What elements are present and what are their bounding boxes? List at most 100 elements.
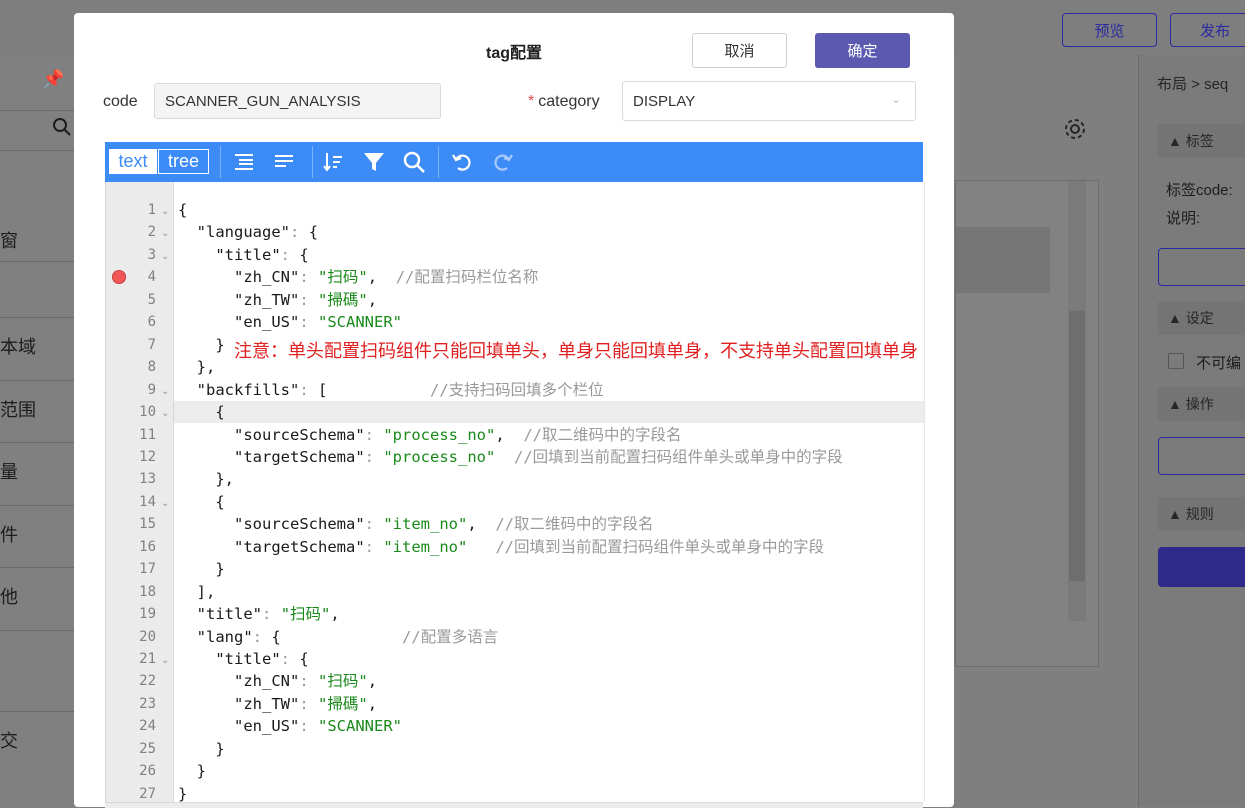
line-number: 20 bbox=[139, 628, 156, 645]
code-line[interactable]: "title": { bbox=[178, 648, 308, 670]
tag-code-label: 标签code: bbox=[1166, 182, 1233, 199]
line-number: 10 bbox=[139, 404, 156, 421]
sidebar-item-other[interactable]: 他 bbox=[0, 583, 18, 609]
json-code-editor[interactable]: 1 ⌄ 2 ⌄ 3 ⌄ 4 5 6 7 8 9 ⌄ 10 ⌄ 11 12 13 14 ⌄ 15 16 17 18 19 20 21 ⌄… bbox=[105, 182, 925, 803]
code-line[interactable]: } bbox=[178, 738, 224, 760]
tag-input[interactable] bbox=[1158, 248, 1245, 286]
code-line[interactable]: "targetSchema": "process_no" //回填到当前配置扫码… bbox=[178, 446, 843, 468]
sidebar-item-file[interactable]: 件 bbox=[0, 521, 18, 547]
code-line[interactable]: "targetSchema": "item_no" //回填到当前配置扫码组件单… bbox=[178, 536, 824, 558]
pin-icon[interactable]: 📌 bbox=[42, 69, 64, 90]
code-line[interactable]: "zh_TW": "掃碼", bbox=[178, 693, 377, 715]
rules-button[interactable] bbox=[1158, 547, 1245, 587]
code-line[interactable]: "sourceSchema": "item_no", //取二维码中的字段名 bbox=[178, 513, 654, 535]
active-line-highlight bbox=[106, 401, 924, 424]
line-number: 2 bbox=[147, 224, 156, 241]
settings-gear-icon[interactable] bbox=[1063, 117, 1087, 146]
search-icon[interactable] bbox=[402, 150, 426, 174]
code-line[interactable]: "title": { bbox=[178, 244, 308, 266]
code-line[interactable]: } bbox=[178, 760, 206, 782]
mode-text-tab[interactable]: text bbox=[109, 149, 157, 174]
sidebar-item-range[interactable]: 范围 bbox=[0, 396, 36, 422]
section-rules[interactable]: ▲ 规则 bbox=[1158, 497, 1245, 531]
line-number: 22 bbox=[139, 673, 156, 690]
code-input[interactable]: SCANNER_GUN_ANALYSIS bbox=[154, 83, 441, 119]
sidebar-item-domain[interactable]: 本域 bbox=[0, 333, 36, 359]
action-input[interactable] bbox=[1158, 437, 1245, 475]
preview-button[interactable]: 预览 bbox=[1062, 13, 1157, 47]
fold-chevron-icon[interactable]: ⌄ bbox=[161, 381, 169, 403]
json-editor-toolbar: text tree bbox=[105, 142, 923, 182]
line-number: 19 bbox=[139, 606, 156, 623]
line-number: 1 bbox=[147, 202, 156, 218]
code-line[interactable]: { bbox=[178, 401, 224, 423]
code-line[interactable]: "lang": { //配置多语言 bbox=[178, 626, 499, 648]
section-actions[interactable]: ▲ 操作 bbox=[1158, 387, 1245, 421]
code-line[interactable]: "backfills": [ //支持扫码回填多个栏位 bbox=[178, 379, 604, 401]
mode-tree-tab[interactable]: tree bbox=[158, 149, 209, 174]
fold-chevron-icon[interactable]: ⌄ bbox=[161, 246, 169, 268]
right-properties-panel: 布局 > seq bbox=[1138, 55, 1245, 807]
code-line[interactable]: "en_US": "SCANNER" bbox=[178, 311, 402, 333]
code-line[interactable]: "title": "扫码", bbox=[178, 603, 340, 625]
canvas-panel bbox=[955, 180, 1099, 667]
filter-icon[interactable] bbox=[362, 150, 386, 174]
line-number: 3 bbox=[147, 246, 156, 263]
code-line[interactable]: "en_US": "SCANNER" bbox=[178, 715, 402, 737]
code-line[interactable]: "language": { bbox=[178, 221, 318, 243]
readonly-checkbox[interactable] bbox=[1168, 353, 1184, 369]
fold-chevron-icon[interactable]: ⌄ bbox=[161, 201, 169, 223]
canvas-area bbox=[955, 55, 1137, 807]
code-line[interactable]: }, bbox=[178, 356, 216, 378]
readonly-label: 不可编 bbox=[1196, 355, 1242, 372]
line-number: 11 bbox=[139, 426, 156, 443]
tag-config-modal: tag配置 取消 确定 code SCANNER_GUN_ANALYSIS * c… bbox=[74, 13, 954, 808]
sort-icon[interactable] bbox=[321, 150, 345, 174]
code-line[interactable]: "zh_CN": "扫码", //配置扫码栏位名称 bbox=[178, 266, 538, 288]
code-line[interactable]: { bbox=[178, 199, 187, 221]
redo-icon[interactable] bbox=[491, 150, 515, 174]
cancel-button[interactable]: 取消 bbox=[692, 33, 787, 68]
category-select[interactable]: DISPLAY ⌄ bbox=[622, 81, 916, 121]
line-number: 8 bbox=[147, 359, 156, 376]
code-line[interactable]: } bbox=[178, 334, 224, 356]
fold-chevron-icon[interactable]: ⌄ bbox=[161, 223, 169, 245]
sidebar-item-submit[interactable]: 交 bbox=[0, 727, 18, 753]
code-line[interactable]: "zh_TW": "掃碼", bbox=[178, 289, 377, 311]
category-label: * category bbox=[528, 93, 600, 110]
line-number: 13 bbox=[139, 471, 156, 488]
line-number: 5 bbox=[147, 291, 156, 308]
code-line[interactable]: }, bbox=[178, 468, 234, 490]
fold-chevron-icon[interactable]: ⌄ bbox=[161, 650, 169, 672]
chevron-down-icon: ⌄ bbox=[890, 92, 901, 106]
code-line[interactable]: "sourceSchema": "process_no", //取二维码中的字段… bbox=[178, 424, 682, 446]
editor-bottom-bar bbox=[105, 802, 923, 808]
code-line[interactable]: { bbox=[178, 491, 224, 513]
code-line[interactable]: } bbox=[178, 558, 224, 580]
fold-chevron-icon[interactable]: ⌄ bbox=[161, 493, 169, 515]
line-number: 21 bbox=[139, 651, 156, 667]
search-icon[interactable] bbox=[52, 117, 72, 142]
warning-note: 注意：单头配置扫码组件只能回填单头，单身只能回填单身，不支持单头配置回填单身 bbox=[234, 341, 918, 361]
code-label: code bbox=[103, 93, 138, 110]
breadcrumb: 布局 > seq bbox=[1157, 76, 1229, 93]
line-number: 15 bbox=[139, 516, 156, 533]
fold-chevron-icon[interactable]: ⌄ bbox=[161, 403, 169, 425]
publish-button[interactable]: 发布 bbox=[1170, 13, 1245, 47]
line-gutter: 1 ⌄ 2 ⌄ 3 ⌄ 4 5 6 7 8 9 ⌄ 10 ⌄ 11 12 13 14 ⌄ 15 16 17 18 19 20 21 ⌄… bbox=[106, 182, 174, 802]
confirm-button[interactable]: 确定 bbox=[815, 33, 910, 68]
line-number: 16 bbox=[139, 538, 156, 555]
code-line[interactable]: ], bbox=[178, 581, 216, 603]
sidebar-item-quantity[interactable]: 量 bbox=[0, 458, 18, 484]
section-tag[interactable]: ▲ 标签 bbox=[1158, 124, 1245, 158]
code-line[interactable]: "zh_CN": "扫码", bbox=[178, 670, 377, 692]
compact-icon[interactable] bbox=[272, 150, 296, 174]
line-number: 7 bbox=[147, 336, 156, 353]
undo-icon[interactable] bbox=[450, 150, 474, 174]
format-icon[interactable] bbox=[232, 150, 256, 174]
section-settings[interactable]: ▲ 设定 bbox=[1158, 301, 1245, 335]
description-label: 说明: bbox=[1166, 210, 1201, 227]
line-number: 23 bbox=[139, 695, 156, 712]
sidebar-item-window[interactable]: 窗 bbox=[0, 227, 18, 253]
line-number: 18 bbox=[139, 583, 156, 600]
